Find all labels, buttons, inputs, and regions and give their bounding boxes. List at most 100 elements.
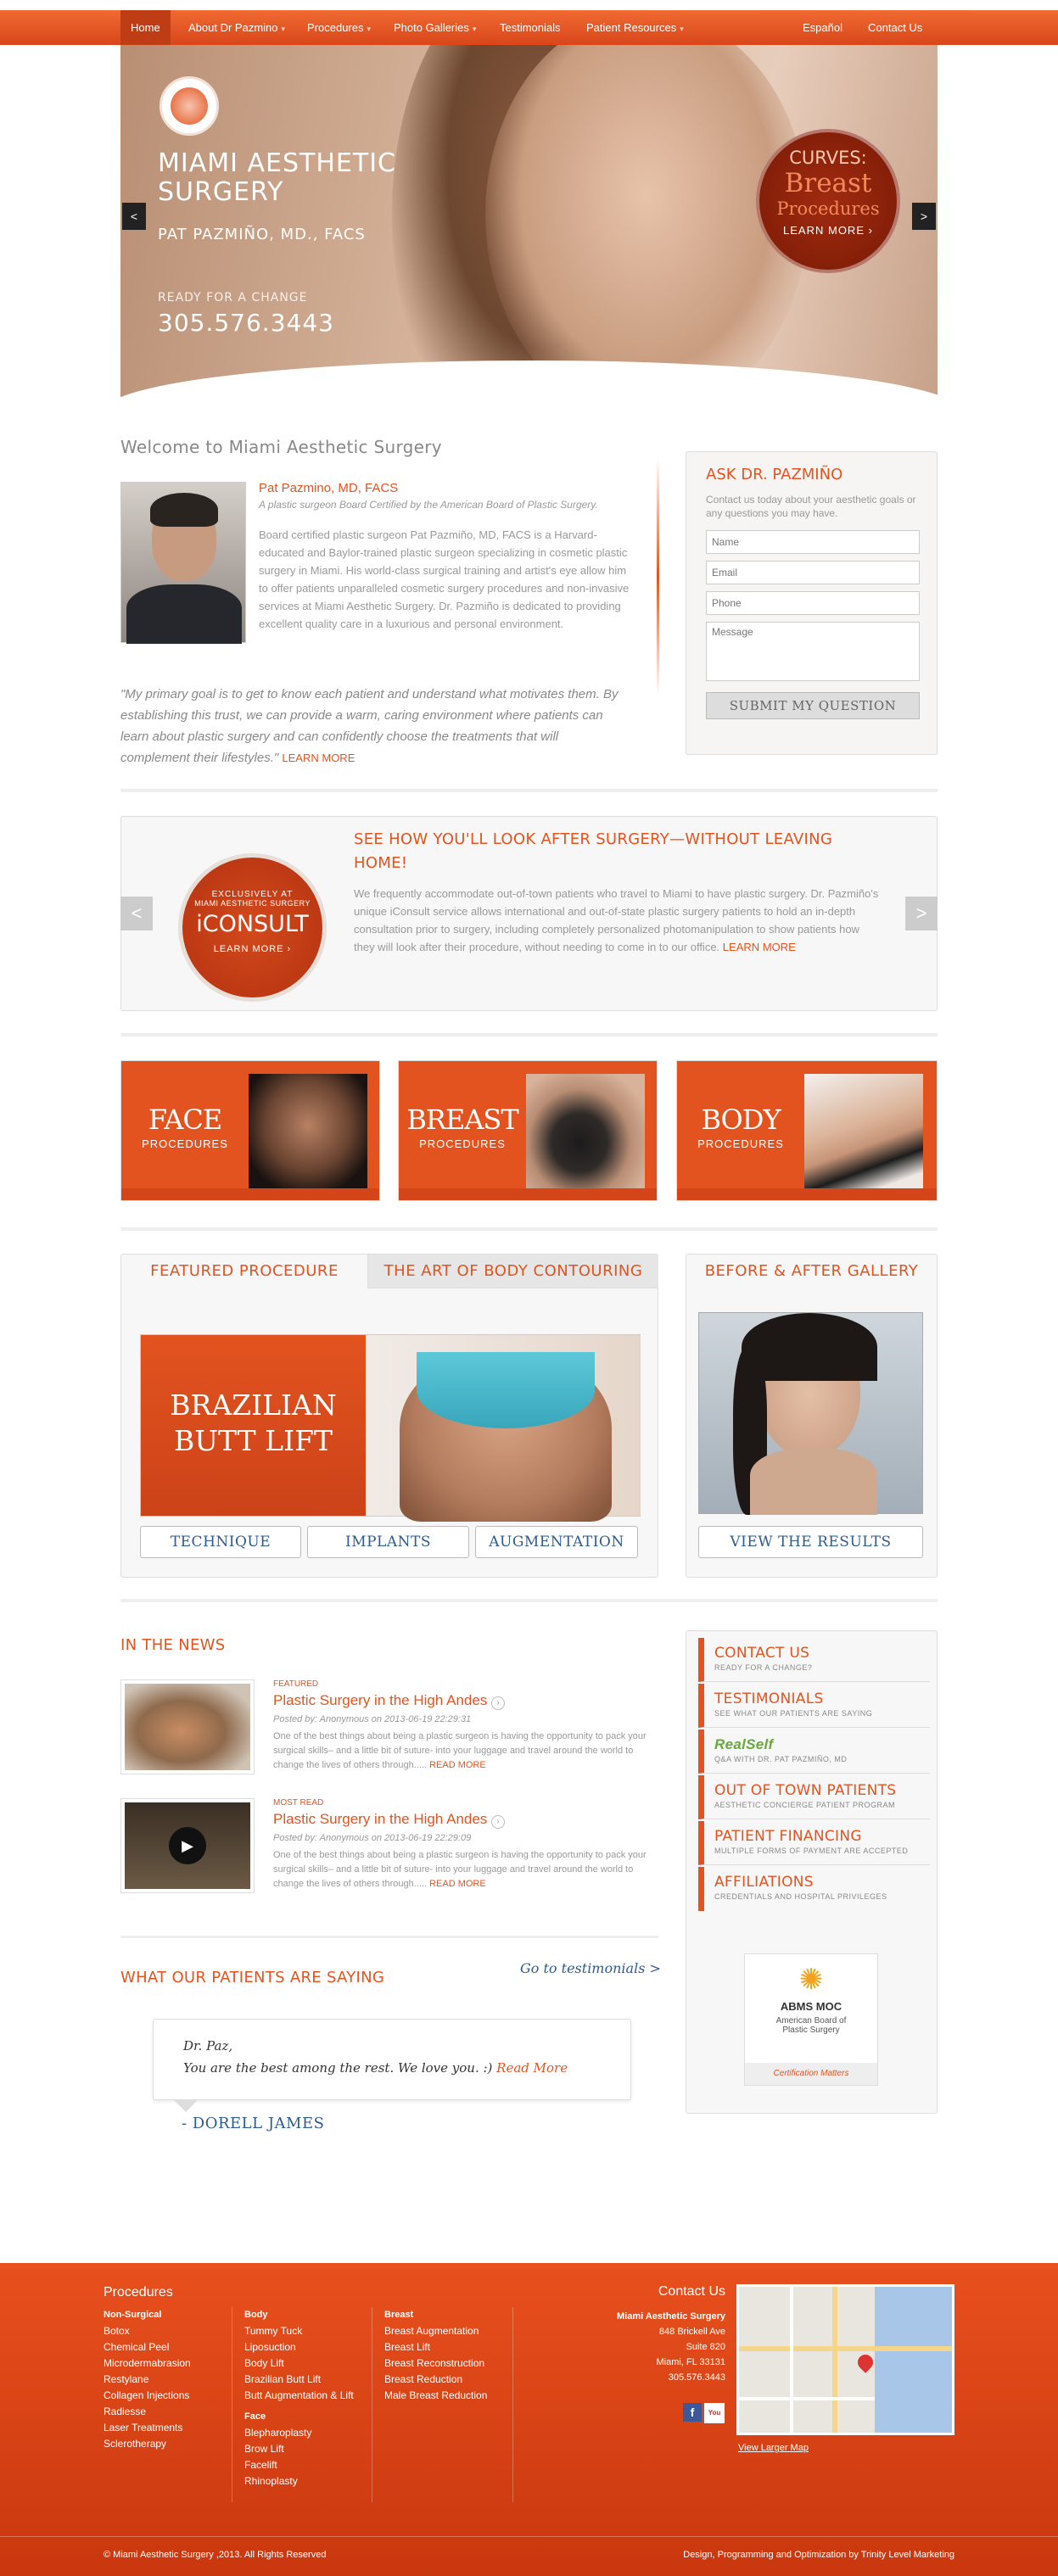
footer-link[interactable]: Botox (104, 2323, 191, 2339)
location-map[interactable] (736, 2284, 954, 2435)
tile-breast[interactable]: BREAST PROCEDURES (398, 1060, 658, 1201)
badge-learn-more[interactable]: LEARN MORE › (759, 224, 897, 237)
footer-link[interactable]: Sclerotherapy (104, 2436, 191, 2452)
news-item-1: FEATURED Plastic Surgery in the High And… (273, 1679, 647, 1773)
footer-col-breast: Breast Breast Augmentation Breast Lift B… (384, 2307, 487, 2404)
footer-link[interactable]: Restylane (104, 2372, 191, 2388)
link-realself[interactable]: RealSelf Q&A WITH DR. PAT PAZMIÑO, MD (698, 1729, 930, 1774)
view-larger-map-link[interactable]: View Larger Map (738, 2443, 809, 2453)
tab-featured-procedure[interactable]: FEATURED PROCEDURE (121, 1254, 367, 1288)
footer-phone[interactable]: 305.576.3443 (560, 2370, 725, 2385)
read-more-link[interactable]: READ MORE (429, 1760, 486, 1770)
footer-link[interactable]: Tummy Tuck (244, 2323, 354, 2339)
phone-field[interactable] (706, 591, 920, 615)
iconsult-badge[interactable]: EXCLUSIVELY AT MIAMI AESTHETIC SURGERY i… (178, 853, 327, 1002)
tile-breast-sub: PROCEDURES (419, 1137, 506, 1150)
iconsult-badge-learn-more[interactable]: LEARN MORE › (182, 944, 322, 954)
footer-link[interactable]: Breast Reduction (384, 2372, 487, 2388)
footer-link[interactable]: Collagen Injections (104, 2388, 191, 2404)
nav-testimonials[interactable]: Testimonials (500, 10, 561, 45)
email-field[interactable] (706, 561, 920, 584)
facebook-icon[interactable]: f (683, 2403, 702, 2422)
link-financing[interactable]: PATIENT FINANCING MULTIPLE FORMS OF PAYME… (698, 1821, 930, 1865)
nav-contact[interactable]: Contact Us (868, 10, 922, 45)
footer-link[interactable]: Brow Lift (244, 2441, 354, 2457)
technique-button[interactable]: TECHNIQUE (140, 1526, 301, 1558)
name-field[interactable] (706, 530, 920, 554)
tile-body[interactable]: BODY PROCEDURES (676, 1060, 938, 1201)
hero-next-arrow[interactable]: > (912, 203, 936, 230)
nav-photo-galleries-label: Photo Galleries (394, 21, 469, 34)
news-thumb-2[interactable]: ▶ (120, 1798, 255, 1893)
iconsult-next-arrow[interactable]: > (905, 897, 938, 930)
iconsult-prev-arrow[interactable]: < (120, 897, 153, 930)
footer-contact-title: Contact Us (658, 2284, 725, 2299)
footer-link[interactable]: Facelift (244, 2457, 354, 2473)
nav-patient-resources[interactable]: Patient Resources ▾ (586, 10, 684, 45)
footer-link[interactable]: Breast Augmentation (384, 2323, 487, 2339)
footer-link[interactable]: Liposuction (244, 2339, 354, 2355)
hero-title-line2: SURGERY (158, 177, 284, 207)
footer-link[interactable]: Radiesse (104, 2404, 191, 2420)
bbl-banner[interactable]: BRAZILIAN BUTT LIFT (140, 1334, 641, 1522)
testimonial-read-more[interactable]: Read More (496, 2060, 568, 2076)
quote-text: "My primary goal is to get to know each … (120, 687, 619, 765)
quote-learn-more-link[interactable]: LEARN MORE (282, 752, 355, 764)
view-results-button[interactable]: VIEW THE RESULTS (698, 1526, 923, 1558)
footer-col2b-head: Face (244, 2411, 266, 2422)
nav-procedures-label: Procedures (307, 21, 364, 34)
message-field[interactable] (706, 622, 920, 681)
nav-espanol[interactable]: Español (803, 10, 842, 45)
news-title-link[interactable]: Plastic Surgery in the High Andes › (273, 1811, 647, 1829)
footer-link[interactable]: Butt Augmentation & Lift (244, 2388, 354, 2404)
nav-about[interactable]: About Dr Pazmino ▾ (188, 10, 285, 45)
footer-link[interactable]: Breast Lift (384, 2339, 487, 2355)
section-divider (120, 789, 938, 792)
iconsult-learn-more-link[interactable]: LEARN MORE (723, 941, 796, 953)
tab-body-contouring[interactable]: THE ART OF BODY CONTOURING (367, 1254, 658, 1288)
footer-link[interactable]: Male Breast Reduction (384, 2388, 487, 2404)
link-affiliations[interactable]: AFFILIATIONS CREDENTIALS AND HOSPITAL PRI… (698, 1867, 930, 1911)
arrow-left-icon: < (131, 902, 143, 924)
play-icon[interactable]: ▶ (169, 1827, 206, 1864)
hero-phone[interactable]: 305.576.3443 (158, 309, 334, 337)
news-thumb-1[interactable] (120, 1679, 255, 1774)
doctor-cert: A plastic surgeon Board Certified by the… (259, 499, 598, 511)
footer-address-line: Miami, FL 33131 (656, 2357, 725, 2367)
link-out-of-town[interactable]: OUT OF TOWN PATIENTS AESTHETIC CONCIERGE … (698, 1775, 930, 1819)
footer-link[interactable]: Rhinoplasty (244, 2473, 354, 2489)
hero-title: MIAMI AESTHETIC SURGERY (158, 149, 396, 207)
footer-link[interactable]: Brazilian Butt Lift (244, 2372, 354, 2388)
submit-question-button[interactable]: SUBMIT MY QUESTION (706, 692, 920, 719)
goto-testimonials-link[interactable]: Go to testimonials > (520, 1960, 661, 1976)
link-contact-us[interactable]: CONTACT US READY FOR A CHANGE? (698, 1638, 930, 1682)
badge-breast: Breast (784, 168, 872, 198)
nav-home[interactable]: Home (120, 10, 171, 45)
implants-button[interactable]: IMPLANTS (307, 1526, 469, 1558)
footer-link[interactable]: Breast Reconstruction (384, 2355, 487, 2372)
footer-link[interactable]: Chemical Peel (104, 2339, 191, 2355)
section-divider (120, 1033, 938, 1037)
featured-procedure-panel: FEATURED PROCEDURE THE ART OF BODY CONTO… (120, 1254, 658, 1578)
before-after-panel: BEFORE & AFTER GALLERY VIEW THE RESULTS (686, 1254, 938, 1578)
footer-link[interactable]: Body Lift (244, 2355, 354, 2372)
augmentation-button[interactable]: AUGMENTATION (475, 1526, 638, 1558)
logo-icon[interactable] (160, 76, 219, 136)
footer-link[interactable]: Laser Treatments (104, 2420, 191, 2436)
youtube-icon[interactable]: You (704, 2403, 725, 2423)
hero-curves-badge[interactable]: CURVES: Breast Procedures LEARN MORE › (756, 129, 900, 273)
design-credit[interactable]: Design, Programming and Optimization by … (594, 2550, 954, 2560)
hero-prev-arrow[interactable]: < (122, 203, 146, 230)
read-more-link[interactable]: READ MORE (429, 1879, 486, 1889)
footer-link[interactable]: Microdermabrasion (104, 2355, 191, 2372)
tile-face[interactable]: FACE PROCEDURES (120, 1060, 380, 1201)
before-after-image[interactable] (698, 1312, 923, 1515)
footer-link[interactable]: Blepharoplasty (244, 2425, 354, 2441)
link-testimonials[interactable]: TESTIMONIALS SEE WHAT OUR PATIENTS ARE SA… (698, 1684, 930, 1728)
nav-photo-galleries[interactable]: Photo Galleries ▾ (394, 10, 476, 45)
tile-face-sub: PROCEDURES (142, 1137, 228, 1150)
nav-procedures[interactable]: Procedures ▾ (307, 10, 371, 45)
abms-badge[interactable]: ✺ ABMS MOC American Board of Plastic Sur… (744, 1953, 878, 2086)
footer-col3-head: Breast (384, 2310, 414, 2320)
news-title-link[interactable]: Plastic Surgery in the High Andes › (273, 1692, 647, 1710)
